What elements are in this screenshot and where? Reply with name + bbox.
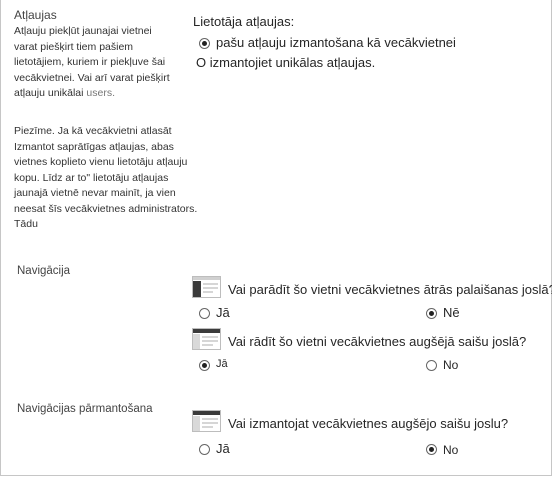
quick-launch-yes-label[interactable]: Jā bbox=[216, 305, 230, 320]
inherit-no-radio[interactable] bbox=[426, 444, 437, 455]
permissions-description-tail: users. bbox=[86, 87, 115, 99]
permissions-note: Piezīme. Ja kā vecākvietni atlasāt Izman… bbox=[14, 125, 198, 230]
user-permissions-label: Lietotāja atļaujas: bbox=[193, 14, 295, 29]
quick-launch-no-radio[interactable] bbox=[426, 308, 437, 319]
same-permissions-radio[interactable] bbox=[199, 38, 210, 49]
permissions-section-title: Atļaujas bbox=[14, 8, 57, 22]
inherit-no-label[interactable]: No bbox=[443, 443, 458, 457]
quick-launch-no-label[interactable]: Nē bbox=[443, 305, 460, 320]
quick-launch-layout-icon bbox=[192, 276, 221, 298]
quick-launch-question: Vai parādīt šo vietni vecākvietnes ātrās… bbox=[228, 282, 552, 297]
top-link-bar-no-label[interactable]: No bbox=[443, 358, 458, 372]
top-link-bar-no-radio[interactable] bbox=[426, 360, 437, 371]
top-link-bar-layout-icon bbox=[192, 328, 221, 350]
top-link-bar-inheritance-icon bbox=[192, 410, 221, 432]
unique-permissions-option[interactable]: O izmantojiet unikālas atļaujas. bbox=[196, 55, 375, 70]
quick-launch-yes-radio[interactable] bbox=[199, 308, 210, 319]
top-link-bar-question: Vai rādīt šo vietni vecākvietnes augšējā… bbox=[228, 334, 527, 349]
inherit-yes-label[interactable]: Jā bbox=[216, 441, 230, 456]
same-permissions-label[interactable]: pašu atļauju izmantošana kā vecākvietnei bbox=[216, 35, 456, 50]
top-link-bar-yes-label[interactable]: Jā bbox=[216, 358, 228, 370]
inherit-yes-radio[interactable] bbox=[199, 444, 210, 455]
permissions-description: Atļauju piekļūt jaunajai vietnei varat p… bbox=[14, 24, 172, 102]
navigation-section-title: Navigācija bbox=[17, 265, 71, 277]
navigation-inheritance-title: Navigācijas pārmantošana bbox=[17, 403, 153, 415]
top-link-bar-yes-radio[interactable] bbox=[199, 360, 210, 371]
inherit-top-link-bar-question: Vai izmantojat vecākvietnes augšējo saiš… bbox=[228, 416, 509, 431]
